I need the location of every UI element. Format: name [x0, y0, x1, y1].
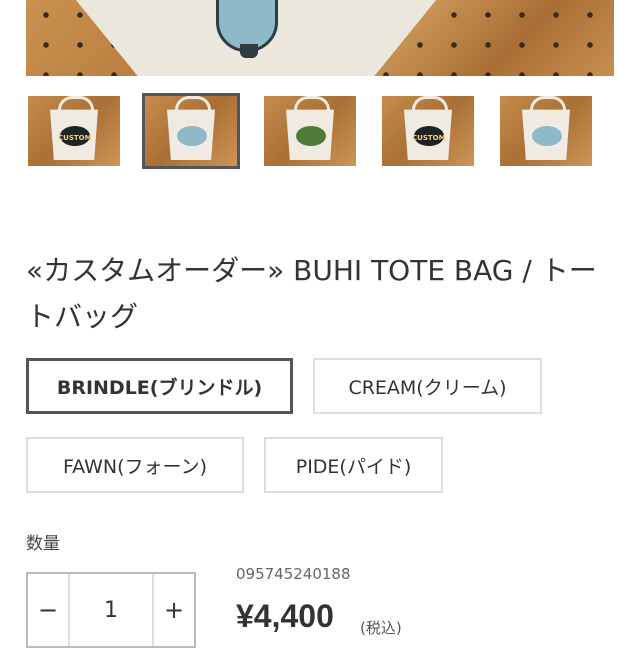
thumbnail-4[interactable]: CUSTOM	[382, 96, 474, 166]
option-fawn-label: FAWN(フォーン)	[62, 455, 208, 478]
option-brindle-label: BRINDLE(ブリンドル)	[56, 376, 263, 399]
thumbnail-3[interactable]	[264, 96, 356, 166]
product-price: ¥4,400	[236, 598, 334, 634]
product-title: «カスタムオーダー» BUHI TOTE BAG / トートバッグ	[26, 254, 597, 333]
option-brindle[interactable]: BRINDLE(ブリンドル)	[26, 358, 293, 414]
quantity-value[interactable]: 1	[68, 574, 154, 646]
surfboard-fin	[240, 44, 258, 58]
thumbnail-1[interactable]: CUSTOM	[28, 96, 120, 166]
quantity-decrease-button[interactable]: −	[28, 574, 68, 646]
option-pide-label: PIDE(パイド)	[295, 455, 412, 478]
thumbnail-strip: CUSTOM CUSTOM	[28, 93, 598, 172]
thumbnail-5[interactable]	[500, 96, 592, 166]
option-pide[interactable]: PIDE(パイド)	[264, 437, 443, 493]
product-main-image	[26, 0, 614, 76]
quantity-increase-button[interactable]: +	[154, 574, 194, 646]
quantity-stepper: − 1 +	[26, 572, 196, 648]
option-cream-label: CREAM(クリーム)	[348, 376, 507, 399]
product-sku: 095745240188	[236, 565, 351, 583]
quantity-label: 数量	[26, 534, 60, 554]
thumbnail-2[interactable]	[142, 93, 240, 169]
option-cream[interactable]: CREAM(クリーム)	[313, 358, 542, 414]
tax-note: (税込)	[360, 619, 402, 637]
option-fawn[interactable]: FAWN(フォーン)	[26, 437, 244, 493]
